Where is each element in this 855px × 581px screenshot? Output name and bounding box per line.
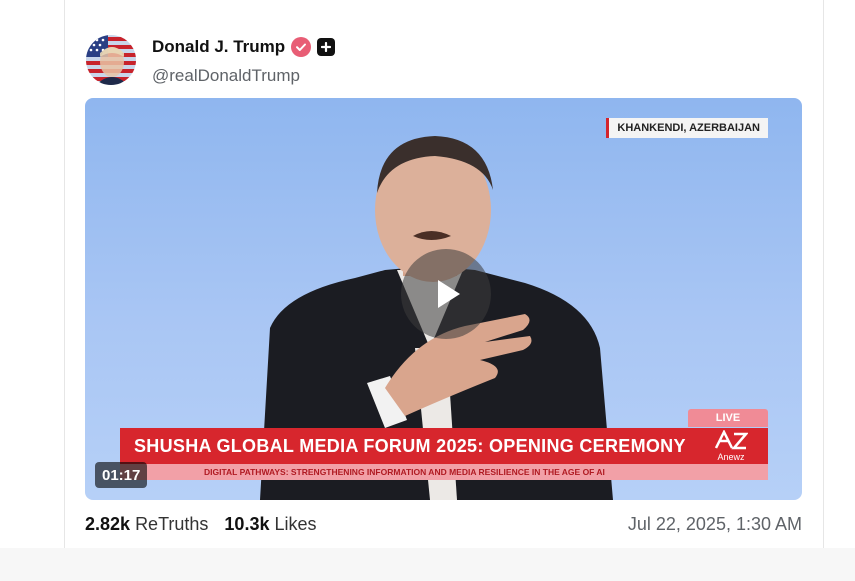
lower-third-headline: SHUSHA GLOBAL MEDIA FORUM 2025: OPENING …	[134, 436, 686, 456]
truth-plus-icon	[317, 38, 336, 56]
author-name-row: Donald J. Trump	[152, 37, 336, 57]
avatar[interactable]	[86, 35, 136, 85]
retruths-count: 2.82k	[85, 514, 131, 534]
broadcaster-name: Anewz	[717, 452, 745, 462]
lower-third-banner: SHUSHA GLOBAL MEDIA FORUM 2025: OPENING …	[120, 428, 768, 464]
post-stats: 2.82k ReTruths 10.3k Likes	[85, 514, 317, 535]
broadcaster-logo: Anewz	[708, 429, 754, 462]
play-button[interactable]	[401, 249, 491, 339]
news-ticker: DIGITAL PATHWAYS: STRENGTHENING INFORMAT…	[120, 464, 768, 480]
author-handle[interactable]: @realDonaldTrump	[152, 66, 300, 86]
live-badge: LIVE	[688, 409, 768, 427]
author-display-name[interactable]: Donald J. Trump	[152, 37, 285, 57]
feed-separator	[0, 548, 855, 581]
avatar-image	[86, 35, 136, 85]
likes-label: Likes	[274, 514, 317, 534]
play-icon	[438, 280, 460, 308]
video-duration: 01:17	[95, 462, 148, 488]
likes-stat[interactable]: 10.3k Likes	[224, 514, 316, 535]
verified-icon	[291, 37, 312, 57]
ticker-text: DIGITAL PATHWAYS: STRENGTHENING INFORMAT…	[204, 467, 605, 477]
post-timestamp[interactable]: Jul 22, 2025, 1:30 AM	[628, 514, 802, 535]
anewz-logo-icon	[714, 429, 749, 450]
likes-count: 10.3k	[224, 514, 270, 534]
retruths-label: ReTruths	[135, 514, 209, 534]
retruths-stat[interactable]: 2.82k ReTruths	[85, 514, 208, 535]
video-player[interactable]: KHANKENDI, AZERBAIJAN LIVE SHUSHA GLOBAL…	[85, 98, 802, 500]
location-tag: KHANKENDI, AZERBAIJAN	[606, 118, 768, 138]
